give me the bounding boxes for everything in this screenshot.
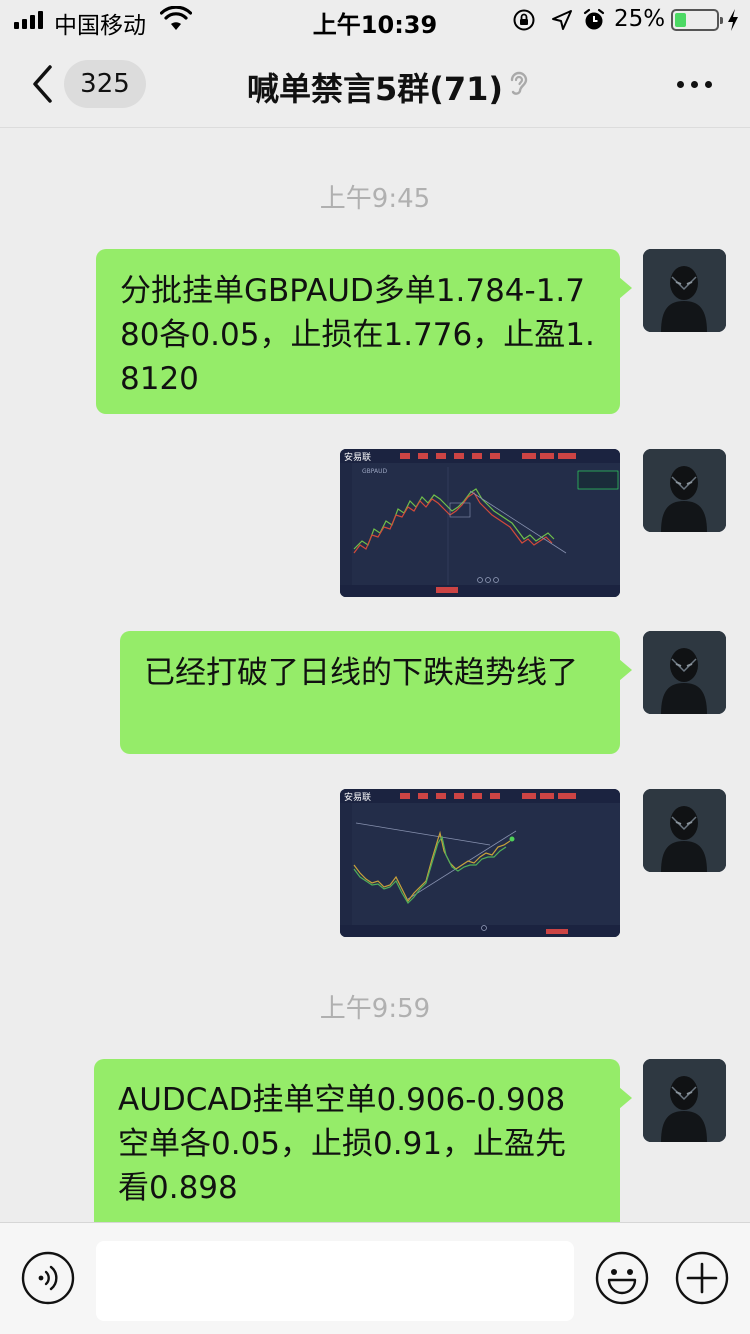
avatar[interactable] bbox=[643, 1059, 726, 1142]
more-icon bbox=[676, 80, 684, 88]
message-bubble[interactable]: AUDCAD挂单空单0.906-0.908空单各0.05，止损0.91，止盈先看… bbox=[94, 1059, 632, 1222]
battery-icon bbox=[671, 9, 723, 31]
alarm-icon bbox=[583, 8, 605, 30]
chart-screenshot-content: 安易联 GBPAUD bbox=[340, 449, 620, 597]
ear-icon bbox=[510, 71, 528, 95]
chart-screenshot-content: 安易联 bbox=[340, 789, 620, 937]
timestamp: 上午9:45 bbox=[319, 184, 431, 214]
avatar[interactable] bbox=[643, 631, 726, 714]
avatar[interactable] bbox=[643, 249, 726, 332]
chart-screenshot-image[interactable]: 安易联 bbox=[340, 789, 620, 937]
charging-icon bbox=[728, 9, 738, 31]
message-bubble[interactable]: 分批挂单GBPAUD多单1.784-1.780各0.05，止损在1.776，止盈… bbox=[96, 249, 632, 414]
input-bar bbox=[0, 1222, 750, 1334]
more-button[interactable] bbox=[668, 74, 720, 94]
orientation-lock-icon bbox=[513, 9, 535, 31]
avatar[interactable] bbox=[643, 789, 726, 872]
avatar-image bbox=[643, 249, 726, 332]
avatar-image bbox=[643, 631, 726, 714]
avatar-image bbox=[643, 789, 726, 872]
avatar[interactable] bbox=[643, 449, 726, 532]
avatar-image bbox=[643, 449, 726, 532]
emoji-icon[interactable] bbox=[595, 1251, 649, 1305]
status-bar: 中国移动 上午10:39 25% bbox=[0, 0, 750, 40]
location-icon bbox=[552, 10, 572, 30]
chart-screenshot-image[interactable]: 安易联 GBPAUD bbox=[340, 449, 620, 597]
battery-percent: 25% bbox=[614, 6, 666, 32]
avatar-image bbox=[643, 1059, 726, 1142]
message-input[interactable] bbox=[96, 1241, 574, 1321]
nav-bar: 325 喊单禁言5群(71) bbox=[0, 40, 750, 128]
chat-title: 喊单禁言5群(71) bbox=[246, 70, 504, 108]
chart-app-name: 安易联 bbox=[344, 451, 371, 463]
chart-app-name: 安易联 bbox=[344, 791, 371, 803]
plus-icon[interactable] bbox=[675, 1251, 729, 1305]
voice-icon[interactable] bbox=[21, 1251, 75, 1305]
timestamp: 上午9:59 bbox=[319, 994, 431, 1024]
chart-pair-label: GBPAUD bbox=[362, 468, 387, 475]
message-bubble[interactable]: 已经打破了日线的下跌趋势线了 bbox=[120, 631, 632, 754]
